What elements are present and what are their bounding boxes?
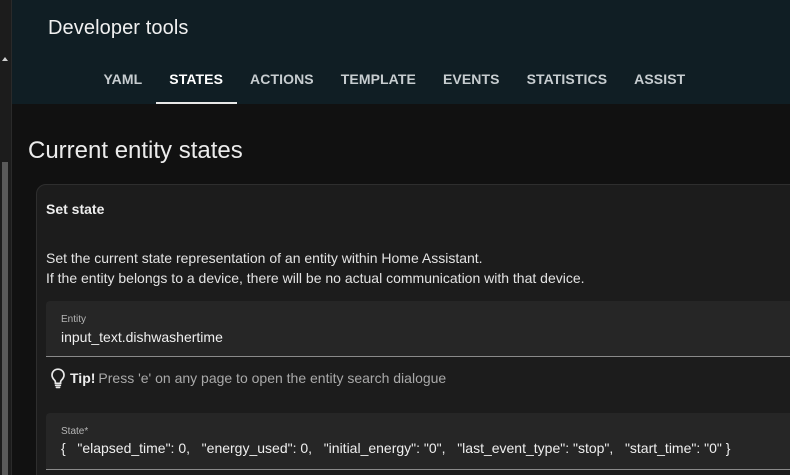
header-title: Developer tools (48, 17, 189, 39)
lightbulb-icon (51, 368, 65, 389)
tab-bar: YAML STATES ACTIONS TEMPLATE EVENTS STAT… (90, 56, 699, 104)
tab-states[interactable]: STATES (155, 56, 237, 104)
page-title: Current entity states (28, 137, 243, 164)
tab-assist[interactable]: ASSIST (621, 56, 699, 104)
entity-field-value[interactable]: input_text.dishwashertime (61, 329, 223, 345)
scroll-up-arrow-icon[interactable] (2, 57, 8, 61)
entity-picker-field[interactable]: Entity input_text.dishwashertime (46, 301, 790, 357)
scrollbar-thumb[interactable] (2, 162, 8, 475)
tip-row: Tip! Press 'e' on any page to open the e… (49, 366, 446, 390)
description-line-1: Set the current state representation of … (46, 250, 483, 266)
card-description: Set the current state representation of … (46, 248, 585, 288)
entity-field-label: Entity (61, 314, 87, 325)
state-input-field[interactable]: State* { "elapsed_time": 0, "energy_used… (46, 413, 790, 470)
card-title: Set state (46, 201, 105, 217)
tip-text: Press 'e' on any page to open the entity… (98, 370, 447, 386)
description-line-2: If the entity belongs to a device, there… (46, 270, 585, 286)
tab-actions[interactable]: ACTIONS (237, 56, 328, 104)
state-field-label: State* (61, 426, 89, 437)
tab-statistics[interactable]: STATISTICS (513, 56, 621, 104)
top-app-bar: Developer tools YAML STATES ACTIONS TEMP… (12, 0, 790, 104)
state-field-value[interactable]: { "elapsed_time": 0, "energy_used": 0, "… (61, 440, 730, 456)
tip-label: Tip! (70, 370, 96, 386)
tab-events[interactable]: EVENTS (429, 56, 513, 104)
tab-yaml[interactable]: YAML (90, 56, 156, 104)
app-window: Developer tools YAML STATES ACTIONS TEMP… (0, 0, 790, 475)
set-state-card: Set state Set the current state represen… (36, 184, 790, 475)
vertical-scrollbar[interactable] (0, 0, 12, 475)
tab-template[interactable]: TEMPLATE (327, 56, 429, 104)
